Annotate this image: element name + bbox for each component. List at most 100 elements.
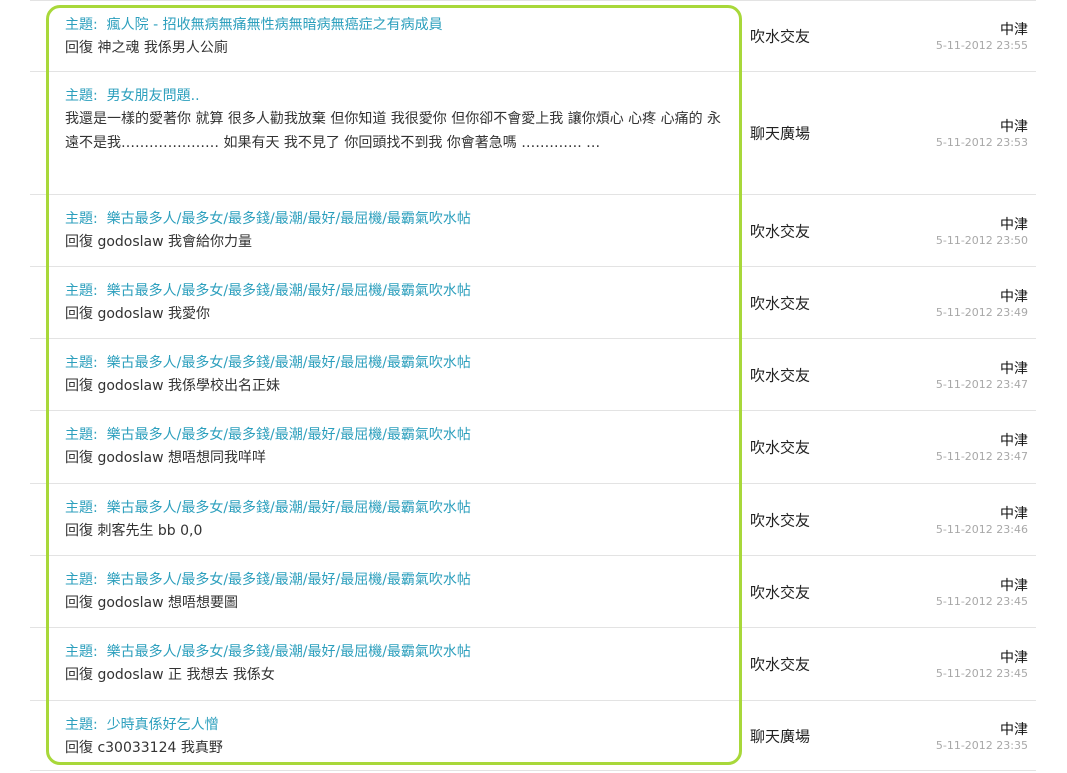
post-reply[interactable]: 我還是一樣的愛著你 就算 很多人勸我放棄 但你知道 我很愛你 但你卻不會愛上我 …: [65, 107, 734, 155]
forum-link[interactable]: 吹水交友: [750, 26, 810, 47]
post-row: 主題: 男女朋友問題.. 我還是一樣的愛著你 就算 很多人勸我放棄 但你知道 我…: [30, 72, 1036, 195]
post-location: 中津: [1000, 288, 1028, 305]
post-row: 主題: 樂古最多人/最多女/最多錢/最潮/最好/最屈機/最霸氣吹水帖 回復 go…: [30, 411, 1036, 484]
post-reply[interactable]: 回復 godoslaw 想唔想同我咩咩: [65, 446, 734, 470]
post-time: 5-11-2012 23:47: [935, 377, 1028, 391]
post-time: 5-11-2012 23:47: [935, 450, 1028, 464]
post-reply[interactable]: 回復 c30033124 我真野: [65, 736, 734, 760]
post-reply[interactable]: 回復 godoslaw 想唔想要圖: [65, 591, 734, 615]
title-prefix: 主題:: [65, 88, 98, 104]
post-title-line: 主題: 樂古最多人/最多女/最多錢/最潮/最好/最屈機/最霸氣吹水帖: [65, 280, 734, 302]
post-title-link[interactable]: 瘋人院 - 招收無病無痛無性病無暗病無癌症之有病成員: [107, 17, 443, 33]
post-reply[interactable]: 回復 godoslaw 正 我想去 我係女: [65, 663, 734, 687]
post-main: 主題: 樂古最多人/最多女/最多錢/最潮/最好/最屈機/最霸氣吹水帖 回復 go…: [30, 195, 744, 266]
forum-link[interactable]: 吹水交友: [750, 437, 810, 458]
post-list: 主題: 瘋人院 - 招收無病無痛無性病無暗病無癌症之有病成員 回復 神之魂 我係…: [30, 0, 1036, 771]
post-main: 主題: 樂古最多人/最多女/最多錢/最潮/最好/最屈機/最霸氣吹水帖 回復 go…: [30, 556, 744, 627]
post-location: 中津: [1000, 216, 1028, 233]
post-meta: 中津 5-11-2012 23:35: [936, 722, 1028, 753]
forum-link[interactable]: 吹水交友: [750, 292, 810, 313]
post-main: 主題: 男女朋友問題.. 我還是一樣的愛著你 就算 很多人勸我放棄 但你知道 我…: [30, 72, 744, 194]
post-title-link[interactable]: 少時真係好乞人憎: [107, 717, 219, 733]
forum-link[interactable]: 吹水交友: [750, 509, 810, 530]
post-meta: 中津 5-11-2012 23:47: [936, 361, 1028, 392]
forum-link[interactable]: 聊天廣場: [750, 725, 810, 746]
post-title-line: 主題: 樂古最多人/最多女/最多錢/最潮/最好/最屈機/最霸氣吹水帖: [65, 424, 734, 446]
post-time: 5-11-2012 23:45: [935, 667, 1028, 681]
post-location: 中津: [1000, 650, 1028, 667]
forum-link[interactable]: 吹水交友: [750, 581, 810, 602]
post-title-line: 主題: 男女朋友問題..: [65, 85, 734, 107]
title-prefix: 主題:: [65, 717, 98, 733]
title-prefix: 主題:: [65, 211, 98, 227]
title-prefix: 主題:: [65, 500, 98, 516]
post-title-line: 主題: 樂古最多人/最多女/最多錢/最潮/最好/最屈機/最霸氣吹水帖: [65, 208, 734, 230]
title-prefix: 主題:: [65, 644, 98, 660]
forum-link[interactable]: 聊天廣場: [750, 123, 810, 144]
post-row: 主題: 樂古最多人/最多女/最多錢/最潮/最好/最屈機/最霸氣吹水帖 回復 刺客…: [30, 484, 1036, 556]
post-reply[interactable]: 回復 godoslaw 我愛你: [65, 302, 734, 326]
post-row: 主題: 少時真係好乞人憎 回復 c30033124 我真野 聊天廣場 中津 5-…: [30, 701, 1036, 771]
post-reply[interactable]: 回復 godoslaw 我會給你力量: [65, 230, 734, 254]
post-main: 主題: 樂古最多人/最多女/最多錢/最潮/最好/最屈機/最霸氣吹水帖 回復 go…: [30, 267, 744, 338]
post-title-link[interactable]: 樂古最多人/最多女/最多錢/最潮/最好/最屈機/最霸氣吹水帖: [107, 355, 471, 371]
post-reply[interactable]: 回復 godoslaw 我係學校出名正妹: [65, 374, 734, 398]
post-title-line: 主題: 瘋人院 - 招收無病無痛無性病無暗病無癌症之有病成員: [65, 14, 734, 36]
post-row: 主題: 樂古最多人/最多女/最多錢/最潮/最好/最屈機/最霸氣吹水帖 回復 go…: [30, 339, 1036, 411]
title-prefix: 主題:: [65, 572, 98, 588]
post-main: 主題: 樂古最多人/最多女/最多錢/最潮/最好/最屈機/最霸氣吹水帖 回復 go…: [30, 411, 744, 483]
post-meta: 中津 5-11-2012 23:55: [936, 22, 1028, 53]
post-time: 5-11-2012 23:45: [935, 594, 1028, 608]
post-meta: 中津 5-11-2012 23:45: [936, 578, 1028, 609]
post-title-link[interactable]: 男女朋友問題..: [107, 88, 200, 104]
post-title-line: 主題: 樂古最多人/最多女/最多錢/最潮/最好/最屈機/最霸氣吹水帖: [65, 641, 734, 663]
post-reply[interactable]: 回復 刺客先生 bb 0,0: [65, 519, 734, 543]
post-time: 5-11-2012 23:53: [935, 136, 1028, 150]
post-row: 主題: 樂古最多人/最多女/最多錢/最潮/最好/最屈機/最霸氣吹水帖 回復 go…: [30, 267, 1036, 339]
post-meta: 中津 5-11-2012 23:46: [936, 506, 1028, 537]
post-location: 中津: [1000, 505, 1028, 522]
post-title-link[interactable]: 樂古最多人/最多女/最多錢/最潮/最好/最屈機/最霸氣吹水帖: [107, 572, 471, 588]
forum-link[interactable]: 吹水交友: [750, 364, 810, 385]
title-prefix: 主題:: [65, 355, 98, 371]
post-main: 主題: 樂古最多人/最多女/最多錢/最潮/最好/最屈機/最霸氣吹水帖 回復 刺客…: [30, 484, 744, 555]
post-time: 5-11-2012 23:55: [935, 39, 1028, 53]
title-prefix: 主題:: [65, 17, 98, 33]
post-title-line: 主題: 樂古最多人/最多女/最多錢/最潮/最好/最屈機/最霸氣吹水帖: [65, 352, 734, 374]
post-title-line: 主題: 樂古最多人/最多女/最多錢/最潮/最好/最屈機/最霸氣吹水帖: [65, 569, 734, 591]
forum-link[interactable]: 吹水交友: [750, 220, 810, 241]
post-title-link[interactable]: 樂古最多人/最多女/最多錢/最潮/最好/最屈機/最霸氣吹水帖: [107, 283, 471, 299]
post-title-line: 主題: 樂古最多人/最多女/最多錢/最潮/最好/最屈機/最霸氣吹水帖: [65, 497, 734, 519]
post-time: 5-11-2012 23:35: [935, 738, 1028, 752]
post-title-link[interactable]: 樂古最多人/最多女/最多錢/最潮/最好/最屈機/最霸氣吹水帖: [107, 427, 471, 443]
post-time: 5-11-2012 23:50: [935, 233, 1028, 247]
post-reply[interactable]: 回復 神之魂 我係男人公廁: [65, 36, 734, 60]
post-meta: 中津 5-11-2012 23:45: [936, 650, 1028, 681]
post-row: 主題: 樂古最多人/最多女/最多錢/最潮/最好/最屈機/最霸氣吹水帖 回復 go…: [30, 195, 1036, 267]
post-row: 主題: 瘋人院 - 招收無病無痛無性病無暗病無癌症之有病成員 回復 神之魂 我係…: [30, 0, 1036, 72]
post-meta: 中津 5-11-2012 23:50: [936, 217, 1028, 248]
post-meta: 中津 5-11-2012 23:47: [936, 433, 1028, 464]
post-title-link[interactable]: 樂古最多人/最多女/最多錢/最潮/最好/最屈機/最霸氣吹水帖: [107, 500, 471, 516]
post-main: 主題: 樂古最多人/最多女/最多錢/最潮/最好/最屈機/最霸氣吹水帖 回復 go…: [30, 628, 744, 700]
post-main: 主題: 少時真係好乞人憎 回復 c30033124 我真野: [30, 701, 744, 770]
post-main: 主題: 樂古最多人/最多女/最多錢/最潮/最好/最屈機/最霸氣吹水帖 回復 go…: [30, 339, 744, 410]
post-title-link[interactable]: 樂古最多人/最多女/最多錢/最潮/最好/最屈機/最霸氣吹水帖: [107, 211, 471, 227]
post-meta: 中津 5-11-2012 23:53: [936, 119, 1028, 150]
post-time: 5-11-2012 23:46: [935, 522, 1028, 536]
forum-link[interactable]: 吹水交友: [750, 654, 810, 675]
post-title-line: 主題: 少時真係好乞人憎: [65, 714, 734, 736]
title-prefix: 主題:: [65, 427, 98, 443]
post-row: 主題: 樂古最多人/最多女/最多錢/最潮/最好/最屈機/最霸氣吹水帖 回復 go…: [30, 628, 1036, 701]
post-title-link[interactable]: 樂古最多人/最多女/最多錢/最潮/最好/最屈機/最霸氣吹水帖: [107, 644, 471, 660]
post-main: 主題: 瘋人院 - 招收無病無痛無性病無暗病無癌症之有病成員 回復 神之魂 我係…: [30, 1, 744, 71]
post-meta: 中津 5-11-2012 23:49: [936, 289, 1028, 320]
post-time: 5-11-2012 23:49: [935, 305, 1028, 319]
post-row: 主題: 樂古最多人/最多女/最多錢/最潮/最好/最屈機/最霸氣吹水帖 回復 go…: [30, 556, 1036, 628]
post-location: 中津: [1000, 119, 1028, 136]
post-location: 中津: [1000, 22, 1028, 39]
title-prefix: 主題:: [65, 283, 98, 299]
post-location: 中津: [1000, 577, 1028, 594]
post-location: 中津: [1000, 360, 1028, 377]
post-location: 中津: [1000, 721, 1028, 738]
